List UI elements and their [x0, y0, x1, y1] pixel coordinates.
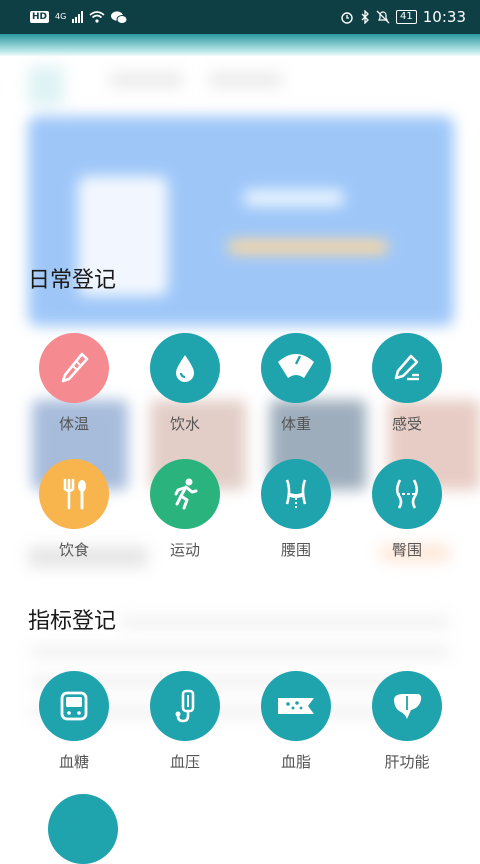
entry-blood-lipid[interactable]: 血脂	[241, 671, 351, 772]
entry-waist[interactable]: 腰围	[241, 459, 351, 560]
thermometer-icon	[39, 333, 109, 403]
runner-icon	[150, 459, 220, 529]
entry-feeling[interactable]: 感受	[352, 333, 462, 434]
battery-icon: 41	[396, 10, 417, 24]
status-bar: HD 4G 41 10:33	[0, 0, 480, 34]
signal-icon	[72, 11, 84, 23]
entry-label: 体重	[280, 415, 311, 433]
entry-hip[interactable]: 臀围	[352, 459, 462, 560]
fork-spoon-icon	[39, 459, 109, 529]
bluetooth-icon	[361, 10, 369, 24]
entry-diet[interactable]: 饮食	[19, 459, 129, 560]
entry-label: 饮食	[58, 541, 89, 559]
section-title-indicator: 指标登记	[28, 609, 117, 634]
entry-label: 腰围	[280, 541, 311, 559]
entry-label: 感受	[391, 415, 422, 433]
entry-label: 血压	[169, 753, 200, 771]
blood-vessel-icon	[261, 671, 331, 741]
hd-badge: HD	[30, 11, 50, 23]
hip-icon	[372, 459, 442, 529]
water-drop-icon	[150, 333, 220, 403]
entry-label: 运动	[169, 541, 200, 559]
network-type: 4G	[55, 12, 67, 21]
entry-blood-pressure[interactable]: 血压	[130, 671, 240, 772]
header-strip	[0, 34, 480, 56]
wechat-icon	[111, 10, 128, 24]
wifi-icon	[89, 11, 105, 23]
section-title-daily: 日常登记	[28, 268, 117, 293]
weight-scale-icon	[261, 333, 331, 403]
entry-liver-function[interactable]: 肝功能	[352, 671, 462, 772]
clock-time: 10:33	[422, 8, 466, 26]
entry-label: 体温	[58, 415, 89, 433]
entry-blood-glucose[interactable]: 血糖	[19, 671, 129, 772]
entry-label: 血糖	[58, 753, 89, 771]
entry-label: 臀围	[391, 541, 422, 559]
entry-water[interactable]: 饮水	[130, 333, 240, 434]
entry-weight[interactable]: 体重	[241, 333, 351, 434]
entry-temperature[interactable]: 体温	[19, 333, 129, 434]
glucose-meter-icon	[39, 671, 109, 741]
entry-label: 肝功能	[384, 753, 430, 771]
more-entry-icon[interactable]	[48, 794, 118, 864]
liver-icon	[372, 671, 442, 741]
alarm-icon	[341, 12, 353, 24]
entry-label: 饮水	[169, 415, 200, 433]
entry-exercise[interactable]: 运动	[130, 459, 240, 560]
blood-pressure-icon	[150, 671, 220, 741]
pen-icon	[372, 333, 442, 403]
waist-icon	[261, 459, 331, 529]
mute-icon	[376, 10, 390, 24]
entry-label: 血脂	[280, 753, 311, 771]
